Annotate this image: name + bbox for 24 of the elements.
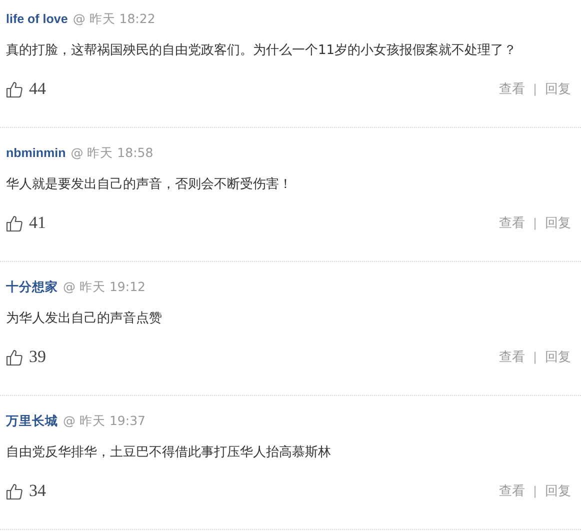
- separator: |: [532, 350, 537, 364]
- separator: |: [532, 82, 537, 96]
- thumbs-up-icon: [6, 80, 23, 98]
- thumbs-up-icon: [6, 214, 23, 232]
- author-name[interactable]: nbminmin: [6, 146, 66, 160]
- author-name[interactable]: 十分想家: [6, 278, 58, 296]
- author-name[interactable]: 万里长城: [6, 412, 58, 430]
- author-name[interactable]: life of love: [6, 12, 68, 26]
- comment-text: 真的打脸，这帮祸国殃民的自由党政客们。为什么一个11岁的小女孩报假案就不处理了？: [6, 42, 518, 60]
- comment-text: 自由党反华排华，土豆巴不得借此事打压华人抬高慕斯林: [6, 444, 332, 462]
- like-button[interactable]: 39: [6, 347, 46, 367]
- thumbs-up-icon: [6, 348, 23, 366]
- separator: |: [532, 216, 537, 230]
- comment-time: @ 昨天 19:37: [63, 412, 146, 430]
- comment-time: @ 昨天 19:12: [63, 278, 146, 296]
- comment-time: @ 昨天 18:58: [70, 144, 154, 162]
- comment-text: 为华人发出自己的声音点赞: [6, 310, 163, 328]
- thumbs-up-icon: [6, 482, 23, 500]
- like-button[interactable]: 34: [6, 481, 46, 501]
- like-button[interactable]: 44: [6, 79, 46, 99]
- like-button[interactable]: 41: [6, 213, 46, 233]
- separator: |: [532, 484, 537, 498]
- comment-time: @ 昨天 18:22: [72, 10, 156, 28]
- comment-text: 华人就是要发出自己的声音，否则会不断受伤害！: [6, 176, 293, 194]
